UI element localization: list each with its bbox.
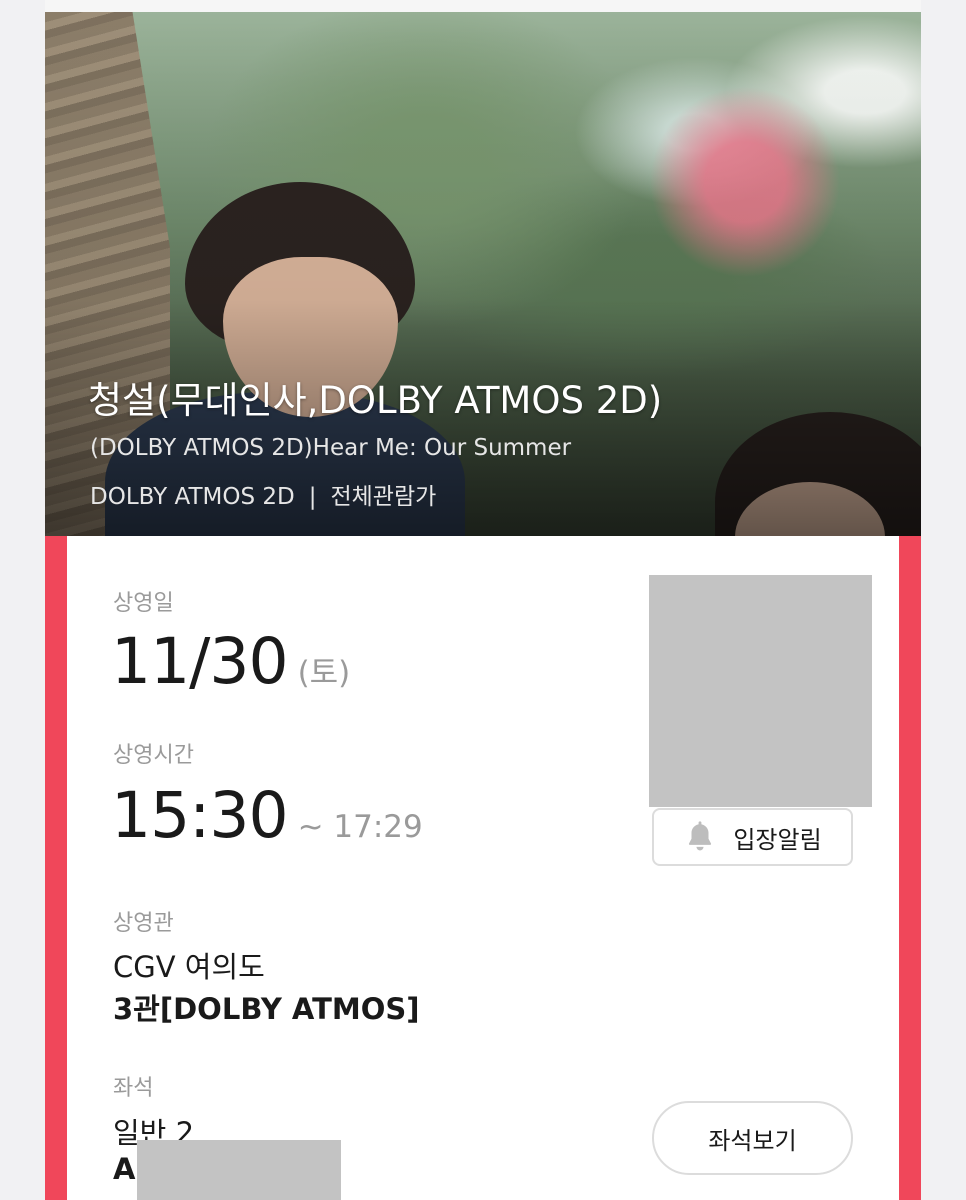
weekday-value: (토): [297, 655, 351, 691]
movie-meta: DOLBY ATMOS 2D | 전체관람가: [90, 477, 436, 511]
movie-rating: 전체관람가: [330, 484, 437, 510]
date-label: 상영일: [113, 591, 174, 616]
seat-view-label: 좌석보기: [708, 1126, 797, 1155]
movie-poster: 청설(무대인사,DOLBY ATMOS 2D) (DOLBY ATMOS 2D)…: [45, 12, 921, 536]
screening-time: 15:30 ~ 17:29: [111, 784, 423, 847]
entry-alarm-button[interactable]: 입장알림: [652, 808, 853, 866]
end-time: ~ 17:29: [297, 809, 423, 845]
ticket-border-left: [45, 536, 67, 1200]
start-time: 15:30: [111, 779, 289, 852]
hall-name: 3관[DOLBY ATMOS]: [113, 992, 420, 1026]
movie-format: DOLBY ATMOS 2D: [90, 484, 295, 510]
movie-subtitle: (DOLBY ATMOS 2D)Hear Me: Our Summer: [90, 435, 572, 461]
date-value: 11/30: [111, 625, 289, 698]
entry-alarm-label: 입장알림: [733, 825, 822, 854]
seat-label: 좌석: [113, 1076, 154, 1101]
cinema-name: CGV 여의도: [113, 950, 265, 984]
qr-code-redaction: [649, 575, 872, 807]
seat-redaction: [137, 1140, 341, 1200]
bell-icon: [689, 821, 712, 851]
seat-row: A: [113, 1152, 136, 1186]
top-strip: [45, 0, 921, 12]
meta-separator: |: [308, 484, 317, 510]
movie-title: 청설(무대인사,DOLBY ATMOS 2D): [88, 379, 663, 422]
time-label: 상영시간: [113, 743, 194, 768]
seat-view-button[interactable]: 좌석보기: [652, 1101, 853, 1175]
theater-label: 상영관: [113, 911, 174, 936]
screening-date: 11/30 (토): [111, 630, 350, 693]
ticket-border-right: [899, 536, 921, 1200]
